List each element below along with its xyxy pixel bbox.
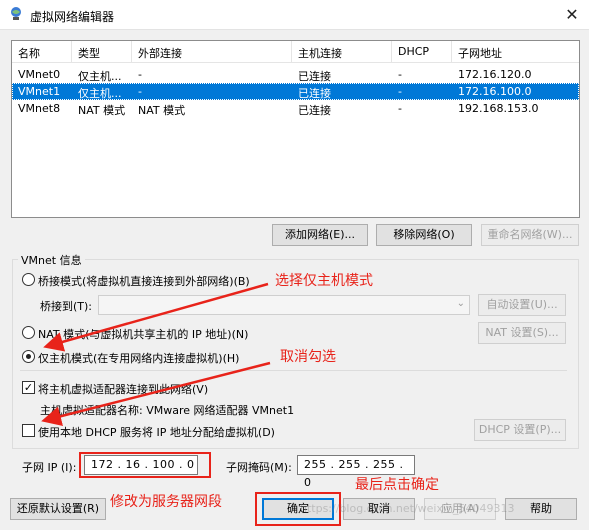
bridged-label[interactable]: 桥接模式(将虚拟机直接连接到外部网络)(B) xyxy=(38,273,250,289)
add-network-button[interactable]: 添加网络(E)... xyxy=(272,224,368,246)
bridged-to-select[interactable]: ⌄ xyxy=(98,295,470,315)
cell-type: 仅主机... xyxy=(78,87,122,99)
cell-name: VMnet0 xyxy=(18,68,61,81)
cell-host: 已连接 xyxy=(298,104,331,116)
table-row[interactable]: VMnet8 NAT 模式 NAT 模式 已连接 - 192.168.153.0 xyxy=(12,100,579,117)
group-label: VMnet 信息 xyxy=(18,252,85,268)
auto-settings-button[interactable]: 自动设置(U)... xyxy=(478,294,566,316)
cell-name: VMnet8 xyxy=(18,102,61,115)
cell-external: NAT 模式 xyxy=(138,104,186,116)
hostonly-label[interactable]: 仅主机模式(在专用网络内连接虚拟机)(H) xyxy=(38,350,239,366)
nat-settings-button[interactable]: NAT 设置(S)... xyxy=(478,322,566,344)
cell-host: 已连接 xyxy=(298,87,331,99)
annotation-uncheck: 取消勾选 xyxy=(280,349,336,365)
dhcp-checkbox[interactable] xyxy=(22,424,35,437)
window-title: 虚拟网络编辑器 xyxy=(30,10,115,24)
rename-network-button[interactable]: 重命名网络(W)... xyxy=(481,224,579,246)
subnet-ip-label: 子网 IP (I): xyxy=(22,461,77,474)
close-icon[interactable]: ✕ xyxy=(560,4,584,26)
column-header[interactable]: 子网地址 xyxy=(458,45,502,60)
divider xyxy=(20,370,567,371)
globe-network-icon xyxy=(11,7,21,20)
restore-defaults-button[interactable]: 还原默认设置(R) xyxy=(10,498,106,520)
connect-adapter-checkbox[interactable]: ✓ xyxy=(22,381,35,394)
nat-radio[interactable] xyxy=(22,326,35,339)
column-header[interactable]: 名称 xyxy=(18,45,40,60)
subnet-ip-highlight xyxy=(79,452,211,478)
cell-type: 仅主机... xyxy=(78,70,122,82)
cell-dhcp: - xyxy=(398,68,402,81)
watermark: https://blog.csdn.net/weixin_54049313 xyxy=(300,502,515,515)
connect-adapter-label[interactable]: 将主机虚拟适配器连接到此网络(V) xyxy=(38,381,208,397)
column-header[interactable]: DHCP xyxy=(398,45,429,59)
list-header: 名称 类型 外部连接 主机连接 DHCP 子网地址 xyxy=(12,41,579,63)
chevron-down-icon: ⌄ xyxy=(456,298,465,309)
cell-subnet: 192.168.153.0 xyxy=(458,102,539,115)
column-header[interactable]: 外部连接 xyxy=(138,45,182,60)
table-row[interactable]: VMnet0 仅主机... - 已连接 - 172.16.120.0 xyxy=(12,66,579,83)
cell-external: - xyxy=(138,85,142,98)
cell-subnet: 172.16.120.0 xyxy=(458,68,532,81)
network-list[interactable]: 名称 类型 外部连接 主机连接 DHCP 子网地址 VMnet0 仅主机... … xyxy=(11,40,580,218)
bridged-radio[interactable] xyxy=(22,273,35,286)
nat-label[interactable]: NAT 模式(与虚拟机共享主机的 IP 地址)(N) xyxy=(38,326,248,342)
remove-network-button[interactable]: 移除网络(O) xyxy=(376,224,472,246)
adapter-name-label: 主机虚拟适配器名称: VMware 网络适配器 VMnet1 xyxy=(40,404,295,417)
dhcp-settings-button[interactable]: DHCP 设置(P)... xyxy=(474,419,566,441)
subnet-mask-field[interactable]: 255 . 255 . 255 . 0 xyxy=(297,455,415,489)
column-header[interactable]: 主机连接 xyxy=(298,45,342,60)
cell-name: VMnet1 xyxy=(18,85,61,98)
cell-dhcp: - xyxy=(398,85,402,98)
subnet-mask-label: 子网掩码(M): xyxy=(226,461,292,474)
bridged-to-label: 桥接到(T): xyxy=(40,300,93,313)
cell-host: 已连接 xyxy=(298,70,331,82)
annotation-change-segment: 修改为服务器网段 xyxy=(110,494,222,510)
annotation-click-ok: 最后点击确定 xyxy=(355,477,439,493)
cell-subnet: 172.16.100.0 xyxy=(458,85,532,98)
hostonly-radio[interactable] xyxy=(22,350,35,363)
annotation-select-hostonly: 选择仅主机模式 xyxy=(275,273,373,289)
cell-dhcp: - xyxy=(398,102,402,115)
column-header[interactable]: 类型 xyxy=(78,45,100,60)
dhcp-label[interactable]: 使用本地 DHCP 服务将 IP 地址分配给虚拟机(D) xyxy=(38,424,275,440)
help-button[interactable]: 帮助 xyxy=(505,498,577,520)
cell-external: - xyxy=(138,68,142,81)
title-bar: 虚拟网络编辑器 ✕ xyxy=(0,0,589,30)
cell-type: NAT 模式 xyxy=(78,104,126,116)
table-row-selected[interactable]: VMnet1 仅主机... - 已连接 - 172.16.100.0 xyxy=(12,83,579,100)
